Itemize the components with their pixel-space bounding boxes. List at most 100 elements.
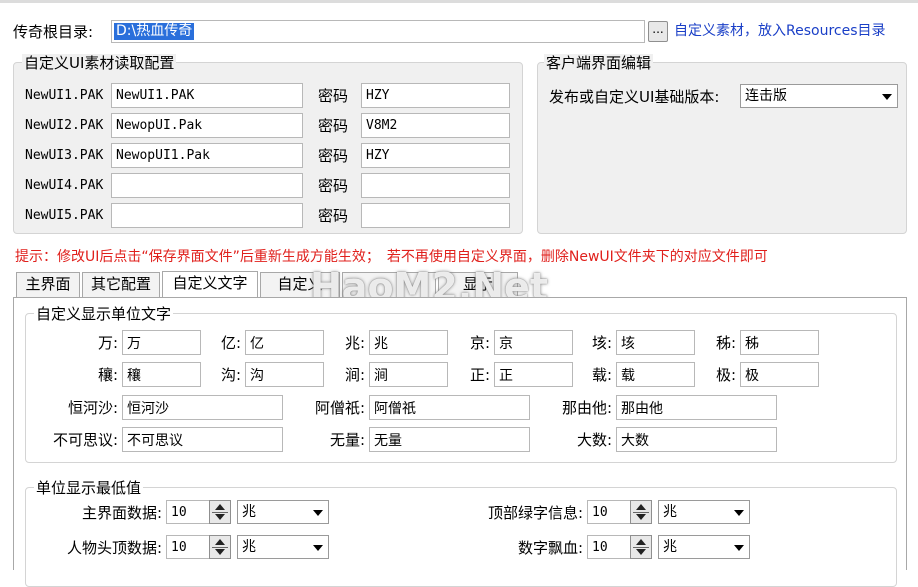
- unit-input[interactable]: [616, 427, 777, 452]
- unit-label: 极:: [715, 366, 736, 384]
- chevron-down-icon: [734, 545, 744, 551]
- min-values-title: 单位显示最低值: [34, 479, 144, 497]
- pak-file-input[interactable]: [111, 113, 303, 138]
- unit-select[interactable]: 兆: [658, 535, 750, 559]
- unit-input[interactable]: [369, 362, 448, 387]
- arrow-up-icon: [215, 539, 225, 545]
- unit-input[interactable]: [122, 362, 201, 387]
- root-dir-label: 传奇根目录:: [13, 23, 94, 41]
- unit-input[interactable]: [740, 330, 819, 355]
- password-label: 密码: [318, 207, 349, 225]
- spinner-updown-icon[interactable]: [630, 535, 652, 559]
- unit-input[interactable]: [616, 395, 777, 420]
- unit-select-value: 兆: [242, 504, 256, 520]
- arrow-up-icon: [636, 504, 646, 510]
- unit-input[interactable]: [494, 362, 573, 387]
- tab-custom-text[interactable]: 自定义文字: [162, 271, 258, 298]
- unit-select[interactable]: 兆: [237, 500, 329, 524]
- unit-input[interactable]: [616, 330, 695, 355]
- pak-password-input[interactable]: [361, 173, 510, 198]
- unit-label: 兆:: [344, 334, 365, 352]
- pak-name-label: NewUI4.PAK: [25, 178, 104, 193]
- unit-input[interactable]: [122, 395, 283, 420]
- spinner-divider: [633, 547, 649, 548]
- unit-input[interactable]: [122, 330, 201, 355]
- arrow-down-icon: [215, 514, 225, 520]
- password-label: 密码: [318, 117, 349, 135]
- arrow-up-icon: [215, 504, 225, 510]
- unit-label: 亿:: [220, 334, 241, 352]
- unit-label: 不可思议:: [52, 431, 118, 449]
- pak-file-input[interactable]: [111, 143, 303, 168]
- unit-label: 垓:: [591, 334, 612, 352]
- min-value-label: 顶部绿字信息:: [487, 504, 583, 522]
- min-value-input[interactable]: [587, 535, 631, 559]
- unit-select-value: 兆: [242, 539, 256, 555]
- top-border: [0, 0, 918, 3]
- chevron-down-icon: [313, 510, 323, 516]
- unit-select-value: 兆: [663, 539, 677, 555]
- chevron-down-icon: [882, 94, 892, 100]
- min-value-label: 数字飘血:: [517, 539, 583, 557]
- password-label: 密码: [318, 177, 349, 195]
- version-label: 发布或自定义UI基础版本:: [549, 88, 720, 106]
- unit-label: 那由他:: [561, 399, 612, 417]
- pak-name-label: NewUI2.PAK: [25, 118, 104, 133]
- unit-label: 阿僧祇:: [314, 399, 365, 417]
- unit-label: 无量:: [329, 431, 365, 449]
- unit-label: 大数:: [576, 431, 612, 449]
- unit-label: 秭:: [715, 334, 736, 352]
- tab-other-config[interactable]: 其它配置: [82, 272, 160, 297]
- unit-input[interactable]: [616, 362, 695, 387]
- min-value-input[interactable]: [166, 500, 210, 524]
- min-values-group: [25, 487, 897, 587]
- spinner-updown-icon[interactable]: [209, 500, 231, 524]
- password-label: 密码: [318, 147, 349, 165]
- tab-main[interactable]: 主界面: [16, 272, 80, 297]
- pak-file-input[interactable]: [111, 173, 303, 198]
- unit-input[interactable]: [494, 330, 573, 355]
- unit-label: 穰:: [97, 366, 118, 384]
- unit-input[interactable]: [369, 395, 530, 420]
- browse-button[interactable]: ...: [648, 21, 668, 42]
- unit-label: 正:: [469, 366, 490, 384]
- pak-password-input[interactable]: [361, 203, 510, 228]
- tip-text: 提示：修改UI后点击“保存界面文件”后重新生成方能生效； 若不再使用自定义界面，…: [15, 249, 768, 265]
- pak-password-input[interactable]: [361, 83, 510, 108]
- unit-input[interactable]: [245, 330, 324, 355]
- pak-file-input[interactable]: [111, 83, 303, 108]
- min-value-label: 主界面数据:: [81, 504, 162, 522]
- unit-label: 万:: [97, 334, 118, 352]
- arrow-down-icon: [215, 549, 225, 555]
- version-select[interactable]: 连击版: [740, 84, 898, 108]
- unit-select[interactable]: 兆: [658, 500, 750, 524]
- unit-input[interactable]: [369, 427, 530, 452]
- spinner-updown-icon[interactable]: [209, 535, 231, 559]
- min-value-label: 人物头顶数据:: [66, 539, 162, 557]
- unit-select-value: 兆: [663, 504, 677, 520]
- min-value-input[interactable]: [166, 535, 210, 559]
- unit-select[interactable]: 兆: [237, 535, 329, 559]
- unit-input[interactable]: [740, 362, 819, 387]
- chevron-down-icon: [734, 510, 744, 516]
- spinner-updown-icon[interactable]: [630, 500, 652, 524]
- unit-label: 京:: [469, 334, 490, 352]
- unit-label: 载:: [591, 366, 612, 384]
- arrow-up-icon: [636, 539, 646, 545]
- root-dir-input[interactable]: D:\热血传奇: [111, 20, 645, 43]
- unit-input[interactable]: [122, 427, 283, 452]
- unit-label: 沟:: [220, 366, 241, 384]
- arrow-down-icon: [636, 549, 646, 555]
- unit-input[interactable]: [245, 362, 324, 387]
- pak-name-label: NewUI1.PAK: [25, 88, 104, 103]
- root-dir-value: D:\热血传奇: [114, 23, 195, 40]
- pak-name-label: NewUI5.PAK: [25, 208, 104, 223]
- arrow-down-icon: [636, 514, 646, 520]
- unit-label: 恒河沙:: [67, 399, 118, 417]
- pak-file-input[interactable]: [111, 203, 303, 228]
- pak-password-input[interactable]: [361, 143, 510, 168]
- min-value-input[interactable]: [587, 500, 631, 524]
- spinner-divider: [633, 512, 649, 513]
- unit-input[interactable]: [369, 330, 448, 355]
- pak-password-input[interactable]: [361, 113, 510, 138]
